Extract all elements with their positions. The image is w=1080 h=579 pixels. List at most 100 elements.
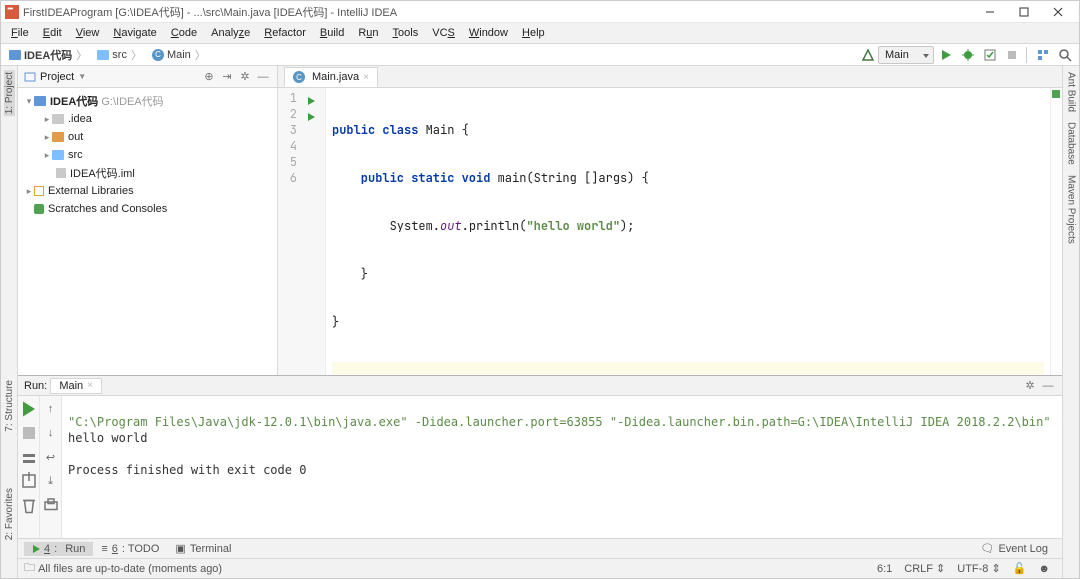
menu-view[interactable]: View: [70, 25, 106, 41]
hector-icon[interactable]: ☻: [1032, 563, 1056, 575]
code-content[interactable]: public class Main { public static void m…: [326, 88, 1050, 375]
exit-button[interactable]: [20, 472, 38, 490]
sidebar-scroll-from-source-icon[interactable]: ⊕: [201, 69, 217, 85]
stop-button[interactable]: [1002, 46, 1022, 64]
sidebar-collapse-icon[interactable]: ⇥: [219, 69, 235, 85]
soft-wrap-button[interactable]: ↩: [42, 448, 60, 466]
sidebar-hide-icon[interactable]: —: [255, 69, 271, 85]
minimize-button[interactable]: [973, 2, 1007, 22]
bottom-tab-run[interactable]: 4: Run: [24, 542, 93, 556]
stripe-ant-build[interactable]: Ant Build: [1066, 70, 1077, 114]
editor-scrollbar[interactable]: [1050, 88, 1062, 375]
tree-out-dir[interactable]: ▸out: [18, 128, 277, 146]
readonly-lock-icon[interactable]: 🔓: [1007, 562, 1033, 575]
titlebar: FirstIDEAProgram [G:\IDEA代码] - ...\src\M…: [1, 1, 1079, 23]
tree-iml-file[interactable]: IDEA代码.iml: [18, 164, 277, 182]
module-icon: [9, 50, 21, 60]
tree-module-root[interactable]: ▾IDEA代码 G:\IDEA代码: [18, 92, 277, 110]
search-button[interactable]: [1055, 46, 1075, 64]
folder-icon: [52, 114, 64, 124]
down-button[interactable]: ↓: [42, 424, 60, 442]
coverage-button[interactable]: [980, 46, 1000, 64]
tree-scratches[interactable]: Scratches and Consoles: [18, 200, 277, 218]
bottom-tab-terminal[interactable]: ▣ Terminal: [167, 541, 239, 556]
menu-file-label: ile: [18, 27, 29, 39]
tree-idea-dir[interactable]: ▸.idea: [18, 110, 277, 128]
print-button[interactable]: [42, 496, 60, 514]
close-icon[interactable]: ×: [87, 380, 93, 391]
stripe-maven[interactable]: Maven Projects: [1066, 173, 1077, 246]
tree-external-libs[interactable]: ▸External Libraries: [18, 182, 277, 200]
menu-refactor[interactable]: Refactor: [258, 25, 312, 41]
bottom-tab-eventlog[interactable]: 🗨 Event Log: [972, 541, 1056, 556]
menu-window[interactable]: Window: [463, 25, 514, 41]
caret-position[interactable]: 6:1: [871, 563, 898, 575]
trash-button[interactable]: [20, 496, 38, 514]
run-button[interactable]: [936, 46, 956, 64]
run-toolwindow: Run: Main× ✲ — ↑ ↓: [18, 375, 1062, 538]
stripe-favorites[interactable]: 2: Favorites: [4, 486, 15, 542]
project-tree[interactable]: ▾IDEA代码 G:\IDEA代码 ▸.idea ▸out ▸src IDEA代…: [18, 88, 277, 375]
debug-button[interactable]: [958, 46, 978, 64]
menu-file[interactable]: File: [5, 25, 35, 41]
statusbar: 🗀 All files are up-to-date (moments ago)…: [18, 558, 1062, 578]
folder-icon: [52, 132, 64, 142]
project-icon: [24, 71, 36, 83]
editor-area: C Main.java × 1 2 3 4 5 6: [278, 66, 1062, 375]
scratches-icon: [34, 204, 44, 214]
editor-tabs: C Main.java ×: [278, 66, 1062, 88]
line-separator[interactable]: CRLF ⇕: [898, 562, 951, 575]
terminal-icon: ▣: [175, 542, 185, 555]
console-output[interactable]: "C:\Program Files\Java\jdk-12.0.1\bin\ja…: [62, 396, 1062, 538]
rerun-button[interactable]: [20, 400, 38, 418]
menu-navigate[interactable]: Navigate: [107, 25, 162, 41]
tab-main-java[interactable]: C Main.java ×: [284, 67, 378, 87]
menu-analyze[interactable]: Analyze: [205, 25, 256, 41]
sidebar-settings-icon[interactable]: ✲: [237, 69, 253, 85]
menu-run[interactable]: Run: [352, 25, 384, 41]
build-button[interactable]: [858, 46, 878, 64]
analysis-ok-icon: [1052, 90, 1060, 98]
breadcrumb-module[interactable]: IDEA代码〉: [5, 46, 91, 64]
folder-icon: [52, 150, 64, 160]
menu-build[interactable]: Build: [314, 25, 350, 41]
run-settings-icon[interactable]: ✲: [1022, 378, 1038, 394]
stripe-project[interactable]: 1: Project: [4, 70, 15, 116]
tree-src-dir[interactable]: ▸src: [18, 146, 277, 164]
close-tab-icon[interactable]: ×: [363, 72, 369, 83]
stripe-structure[interactable]: 7: Structure: [4, 378, 15, 434]
stripe-database[interactable]: Database: [1066, 120, 1077, 167]
run-toolbar-left: [18, 396, 40, 538]
scroll-to-end-button[interactable]: ⤓: [42, 472, 60, 490]
run-hide-icon[interactable]: —: [1040, 378, 1056, 394]
menu-tools[interactable]: Tools: [387, 25, 425, 41]
up-button[interactable]: ↑: [42, 400, 60, 418]
app-icon: [5, 5, 19, 19]
file-encoding[interactable]: UTF-8 ⇕: [951, 562, 1006, 575]
menu-edit[interactable]: Edit: [37, 25, 68, 41]
sidebar-title: Project ▼: [24, 71, 86, 83]
menu-vcs[interactable]: VCS: [426, 25, 461, 41]
window-title: FirstIDEAProgram [G:\IDEA代码] - ...\src\M…: [23, 4, 397, 20]
folder-icon: [97, 50, 109, 60]
run-tab-main[interactable]: Main×: [50, 378, 102, 394]
breadcrumb-src[interactable]: src〉: [93, 46, 146, 64]
maximize-button[interactable]: [1007, 2, 1041, 22]
project-structure-button[interactable]: [1033, 46, 1053, 64]
module-icon: [34, 96, 46, 106]
status-sync-icon[interactable]: 🗀: [24, 559, 35, 578]
stop-button[interactable]: [20, 424, 38, 442]
code-editor[interactable]: 1 2 3 4 5 6 public class Main { public s…: [278, 88, 1062, 375]
menu-help[interactable]: Help: [516, 25, 551, 41]
menu-code[interactable]: Code: [165, 25, 203, 41]
dump-threads-button[interactable]: [20, 448, 38, 466]
library-icon: [34, 186, 44, 196]
right-toolwindow-stripe: Ant Build Database Maven Projects: [1062, 66, 1079, 578]
bottom-tab-todo[interactable]: ≡ 6: TODO: [93, 542, 167, 556]
class-icon: C: [152, 49, 164, 61]
gutter[interactable]: 1 2 3 4 5 6: [278, 88, 326, 375]
menubar: File Edit View Navigate Code Analyze Ref…: [1, 23, 1079, 44]
close-button[interactable]: [1041, 2, 1075, 22]
breadcrumb-main[interactable]: CMain〉: [148, 46, 210, 64]
run-config-selector[interactable]: Main: [878, 46, 934, 64]
